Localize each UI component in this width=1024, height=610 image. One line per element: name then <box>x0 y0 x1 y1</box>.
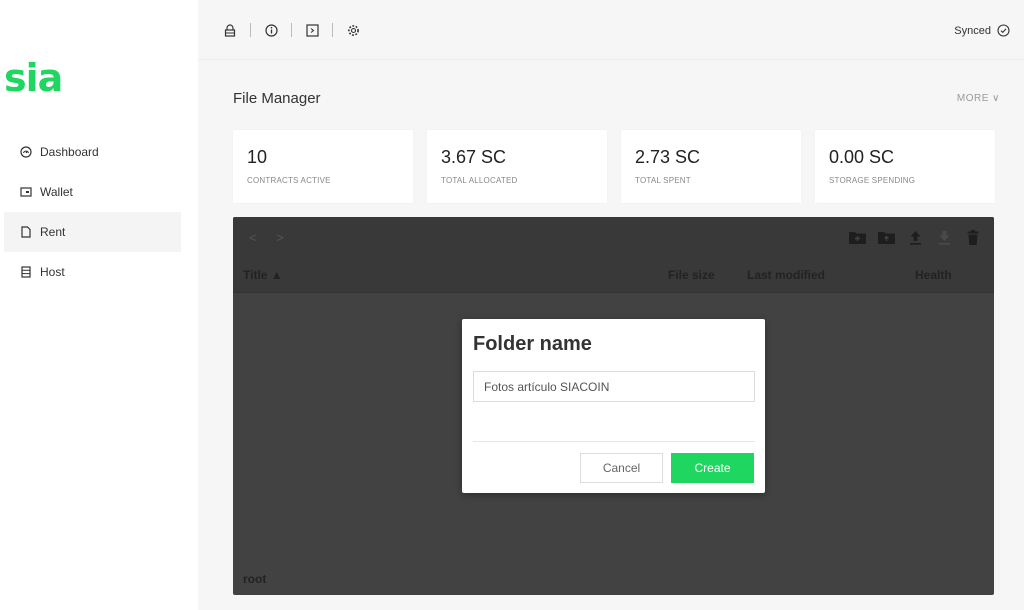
stat-card-storage: 0.00 SC STORAGE SPENDING <box>815 130 995 203</box>
page-title: File Manager <box>233 90 321 107</box>
sidebar-item-label: Wallet <box>40 185 73 199</box>
more-dropdown[interactable]: MORE ∨ <box>957 93 1000 104</box>
dialog-divider <box>473 441 755 442</box>
stat-card-contracts: 10 CONTRACTS ACTIVE <box>233 130 413 203</box>
sidebar-item-rent[interactable]: Rent <box>4 212 181 252</box>
file-table-header: Title ▲ File size Last modified Health <box>233 257 994 293</box>
file-icon <box>20 226 32 238</box>
stat-label: TOTAL SPENT <box>635 176 691 185</box>
terminal-icon[interactable] <box>305 23 319 37</box>
file-toolbar: < > <box>233 217 994 257</box>
nav-arrows[interactable]: < > <box>249 230 292 245</box>
toolbar-divider <box>332 23 333 37</box>
sidebar-nav: Dashboard Wallet Rent Host <box>4 132 181 292</box>
lock-icon[interactable] <box>223 23 237 37</box>
toolbar-divider <box>291 23 292 37</box>
sidebar-item-label: Dashboard <box>40 145 99 159</box>
file-actions <box>837 229 982 245</box>
folder-name-input[interactable] <box>473 371 755 402</box>
gear-icon[interactable] <box>346 23 360 37</box>
sidebar: sia Dashboard Wallet Rent Host <box>0 0 198 610</box>
info-icon[interactable] <box>264 23 278 37</box>
gauge-icon <box>20 146 32 158</box>
stat-card-spent: 2.73 SC TOTAL SPENT <box>621 130 801 203</box>
sidebar-item-dashboard[interactable]: Dashboard <box>4 132 181 172</box>
stat-card-allocated: 3.67 SC TOTAL ALLOCATED <box>427 130 607 203</box>
stat-value: 0.00 SC <box>829 147 895 167</box>
sidebar-item-wallet[interactable]: Wallet <box>4 172 181 212</box>
server-icon <box>20 266 32 278</box>
download-icon[interactable] <box>935 229 953 245</box>
stat-value: 2.73 SC <box>635 147 701 167</box>
stat-value: 10 <box>247 147 268 167</box>
stats-cards: 10 CONTRACTS ACTIVE 3.67 SC TOTAL ALLOCA… <box>233 130 1009 203</box>
cancel-button[interactable]: Cancel <box>580 453 663 483</box>
new-folder-icon[interactable] <box>848 229 866 245</box>
dialog-title: Folder name <box>473 333 592 355</box>
sia-logo[interactable]: sia <box>4 56 63 100</box>
sidebar-item-label: Rent <box>40 225 66 239</box>
sidebar-item-host[interactable]: Host <box>4 252 181 292</box>
column-last-modified[interactable]: Last modified <box>747 268 825 282</box>
check-circle-icon <box>997 24 1010 37</box>
new-folder-dialog: Folder name Cancel Create <box>462 319 765 493</box>
stat-label: CONTRACTS ACTIVE <box>247 176 331 185</box>
column-health[interactable]: Health <box>915 268 952 282</box>
trash-icon[interactable] <box>964 229 982 245</box>
column-title[interactable]: Title ▲ <box>243 268 283 282</box>
stat-value: 3.67 SC <box>441 147 507 167</box>
sync-status-label: Synced <box>954 24 991 37</box>
sync-status: Synced <box>954 24 1010 37</box>
toolbar-divider <box>250 23 251 37</box>
top-toolbar <box>223 23 360 37</box>
current-path: root <box>243 572 267 586</box>
stat-label: STORAGE SPENDING <box>829 176 916 185</box>
upload-folder-icon[interactable] <box>877 229 895 245</box>
wallet-icon <box>20 186 32 198</box>
top-bar: Synced <box>198 0 1024 60</box>
sidebar-item-label: Host <box>40 265 65 279</box>
stat-label: TOTAL ALLOCATED <box>441 176 518 185</box>
column-file-size[interactable]: File size <box>668 268 715 282</box>
create-button[interactable]: Create <box>671 453 754 483</box>
upload-icon[interactable] <box>906 229 924 245</box>
